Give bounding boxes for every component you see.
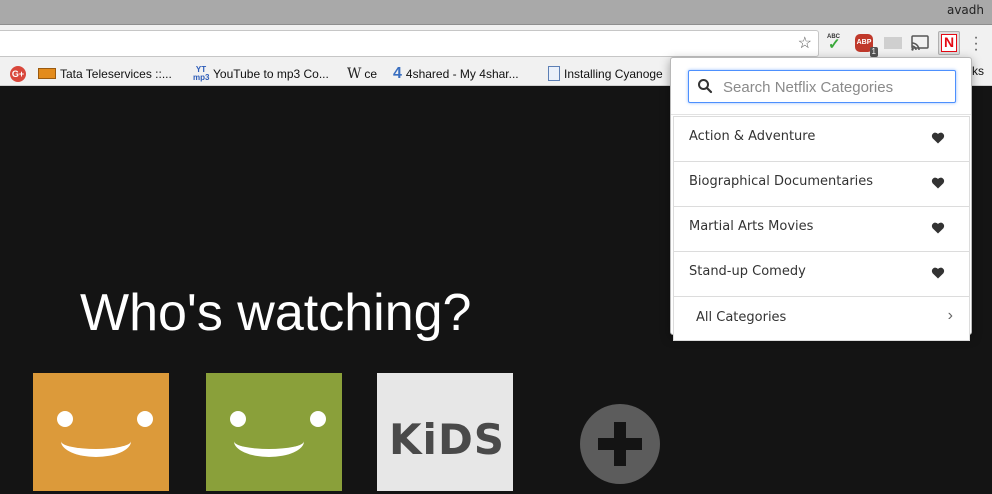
profile-name[interactable]: avadh	[947, 3, 984, 17]
bookmark-tata[interactable]: Tata Teleservices ::...	[38, 65, 172, 82]
all-categories-link[interactable]: All Categories ›	[673, 296, 970, 341]
browser-toolbar: ☆ ABC ✓ ABP 1 N · · ·	[0, 25, 992, 61]
bookmark-youtube-mp3[interactable]: YT mp3 YouTube to mp3 Co...	[193, 65, 329, 82]
category-row[interactable]: Martial Arts Movies	[673, 206, 970, 251]
tata-icon	[38, 68, 56, 79]
category-search-input[interactable]	[723, 76, 948, 98]
address-bar[interactable]: ☆	[0, 30, 819, 57]
category-row[interactable]: Stand-up Comedy	[673, 251, 970, 296]
cast-icon[interactable]	[910, 33, 930, 53]
doc-icon	[548, 66, 560, 81]
title-bar: avadh	[0, 0, 992, 25]
grey-extension-icon[interactable]	[883, 33, 903, 53]
yt-mp3-icon: YT mp3	[193, 64, 210, 82]
browser-menu-icon[interactable]: · · ·	[970, 30, 982, 58]
heart-icon[interactable]	[931, 221, 945, 235]
category-row[interactable]: Action & Adventure	[673, 116, 970, 161]
profile-green[interactable]	[203, 370, 345, 494]
bookmark-star-icon[interactable]: ☆	[798, 34, 812, 54]
search-icon	[698, 79, 713, 94]
bookmark-google-plus[interactable]: G+	[10, 65, 30, 82]
chevron-right-icon: ›	[947, 307, 953, 324]
profile-orange[interactable]	[30, 370, 172, 494]
netflix-categories-extension-icon[interactable]: N	[938, 31, 960, 55]
bookmark-4shared[interactable]: 4 4shared - My 4shar...	[393, 65, 519, 82]
page-title: Who's watching?	[80, 284, 472, 342]
bookmark-installing-cyanogen[interactable]: Installing Cyanoge	[548, 65, 663, 82]
google-plus-icon: G+	[10, 65, 26, 82]
heart-icon[interactable]	[931, 131, 945, 145]
spellcheck-extension-icon[interactable]: ABC ✓	[826, 33, 846, 53]
kids-logo: KiDS	[389, 415, 506, 464]
adblock-badge: 1	[869, 47, 878, 57]
category-row[interactable]: Biographical Documentaries	[673, 161, 970, 206]
add-profile-icon[interactable]	[580, 404, 660, 484]
heart-icon[interactable]	[931, 266, 945, 280]
profile-kids[interactable]: KiDS	[374, 370, 516, 494]
category-list: Action & Adventure Biographical Document…	[673, 116, 970, 341]
bookmarks-overflow[interactable]: ks	[972, 64, 984, 78]
4shared-icon: 4	[393, 64, 402, 82]
search-box[interactable]	[688, 70, 956, 103]
adblock-plus-extension-icon[interactable]: ABP 1	[854, 33, 878, 57]
heart-icon[interactable]	[931, 176, 945, 190]
wikipedia-icon: W	[347, 65, 362, 82]
bookmark-wikipedia[interactable]: W ce	[347, 65, 377, 82]
netflix-categories-popup: Action & Adventure Biographical Document…	[670, 57, 972, 341]
